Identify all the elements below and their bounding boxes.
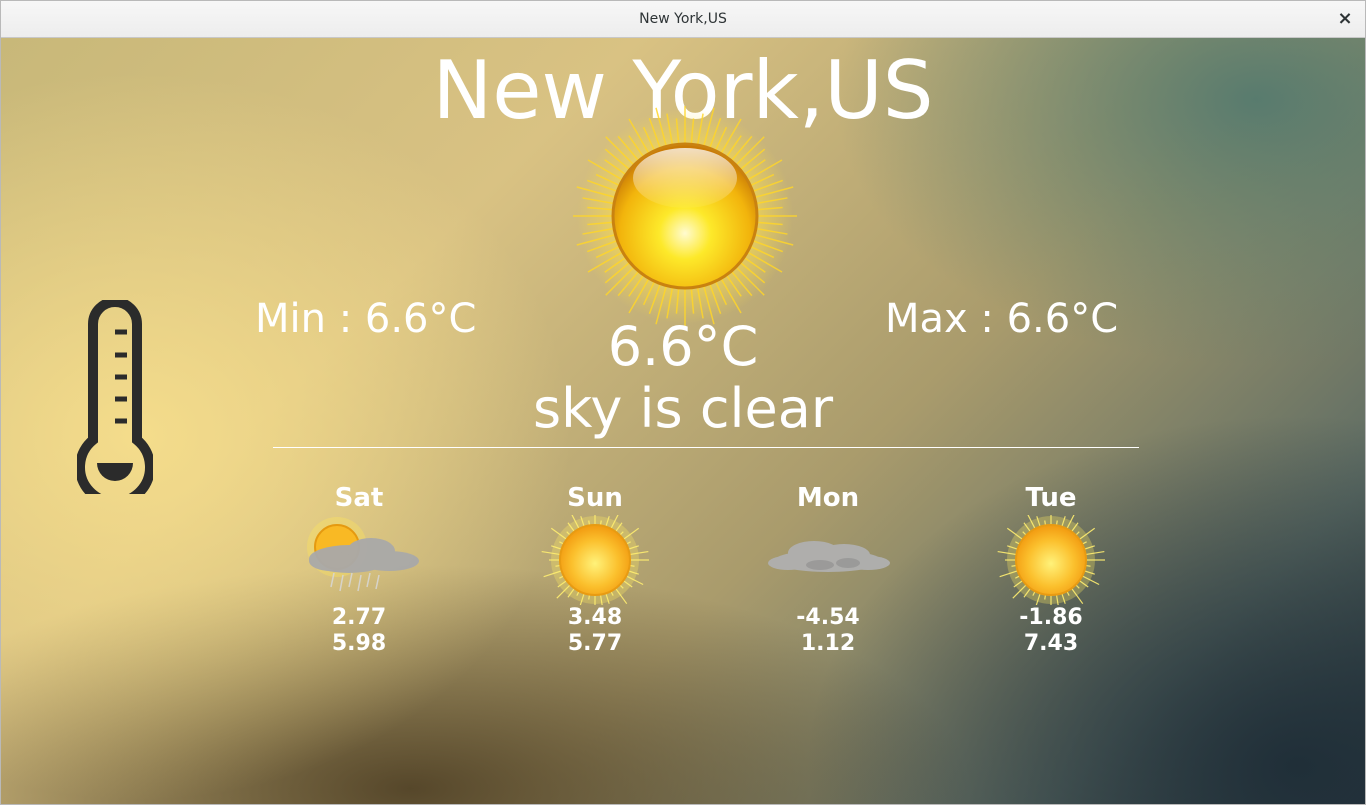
forecast-day-name: Sat <box>334 483 384 513</box>
forecast-high: 7.43 <box>1023 631 1079 656</box>
forecast-low: -4.54 <box>796 605 860 630</box>
forecast-day-name: Tue <box>1025 483 1077 513</box>
forecast-day: Tue -1.86 7.43 <box>971 481 1131 657</box>
forecast-low: 2.77 <box>331 605 387 630</box>
forecast-low: -1.86 <box>1019 605 1083 630</box>
sun-icon <box>573 106 797 326</box>
forecast-day-name: Mon <box>796 483 860 513</box>
forecast-high: 5.77 <box>567 631 623 656</box>
forecast-day-name: Sun <box>567 483 623 513</box>
sun-icon <box>997 515 1105 605</box>
sun-icon <box>541 515 649 605</box>
close-button[interactable]: × <box>1333 7 1357 31</box>
title-bar: New York,US × <box>1 1 1365 38</box>
sun-behind-rain-cloud-icon <box>307 517 419 592</box>
current-temperature: 6.6°C <box>607 315 759 378</box>
weather-panel: New York,US Min: 6.6°C Max: 6.6°C 6.6°… <box>1 38 1365 804</box>
forecast-high: 5.98 <box>331 631 387 656</box>
window-title: New York,US <box>639 11 727 27</box>
forecast-day: Sat 2.77 5.98 <box>279 481 439 657</box>
app-window: New York,US × New York,US Min: 6.6°C Ma… <box>0 0 1366 805</box>
forecast-day: Sun 3.48 5.77 <box>515 481 675 657</box>
cloud-icon <box>768 541 890 572</box>
weather-description: sky is clear <box>532 377 834 440</box>
forecast-low: 3.48 <box>567 605 623 630</box>
forecast-high: 1.12 <box>800 631 856 656</box>
forecast-day: Mon -4.54 1.12 <box>748 481 908 657</box>
divider <box>273 447 1139 448</box>
